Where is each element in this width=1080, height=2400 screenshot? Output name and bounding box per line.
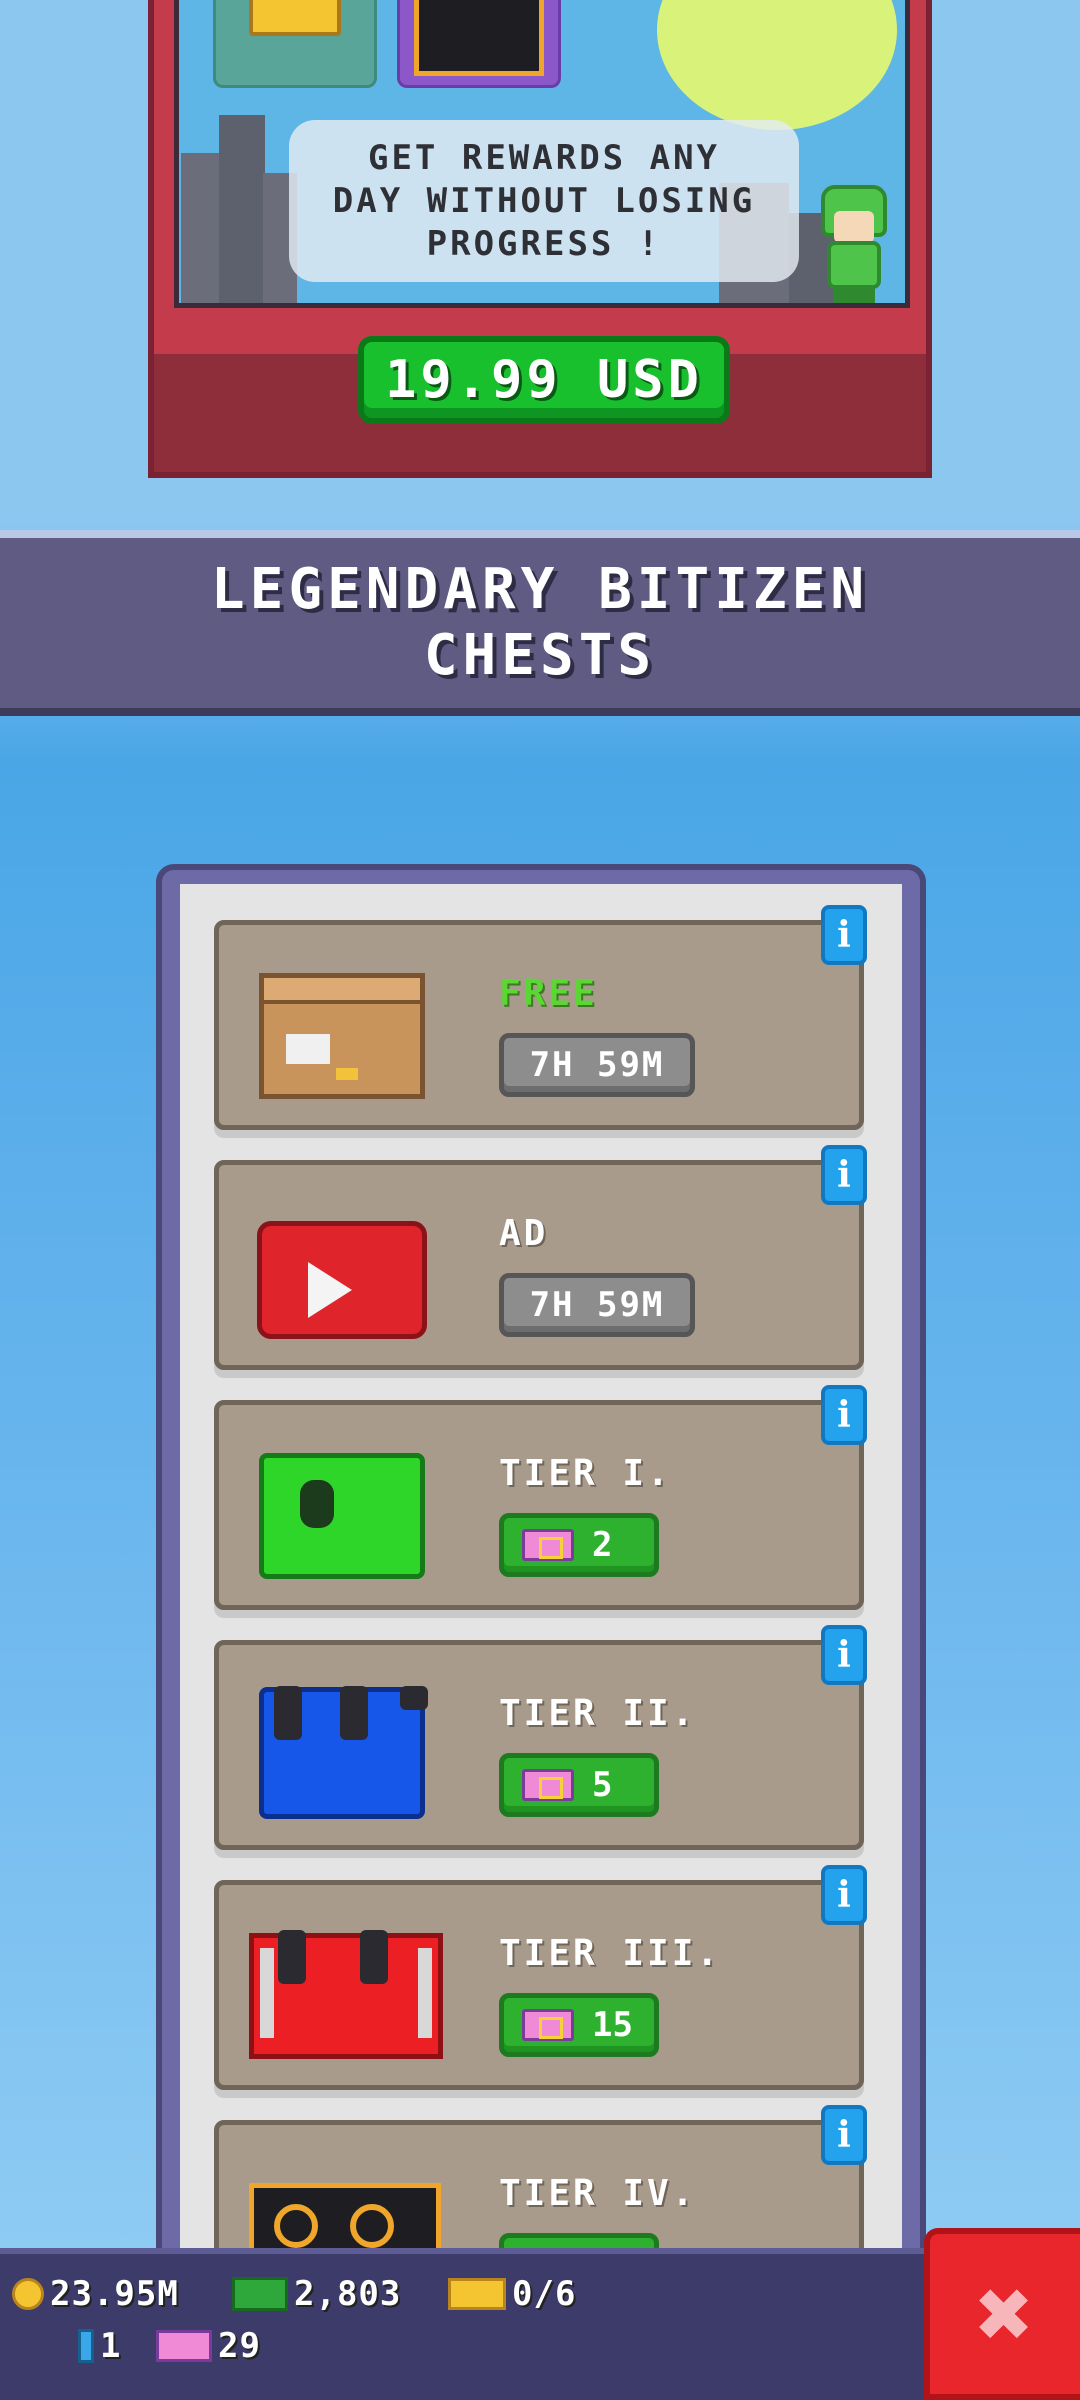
info-button[interactable]: i [821, 905, 867, 965]
chest-label: TIER II. [499, 1693, 697, 1734]
frog-bitizen-icon [817, 185, 891, 303]
red-chest-icon [249, 1923, 443, 2059]
chest-label: AD [499, 1213, 549, 1254]
elevator-pass-stat: 1 [78, 2326, 121, 2366]
gold-ticket-icon [448, 2278, 506, 2310]
rewards-pass-card: GET REWARDS ANY DAY WITHOUT LOSING PROGR… [148, 0, 932, 478]
ticket-icon [522, 1769, 574, 1801]
wooden-crate-icon [249, 963, 435, 1099]
coin-icon [12, 2278, 44, 2310]
chest-list[interactable]: FREE 7H 59M i AD 7H 59M i TIER I. 2 i TI… [180, 884, 902, 2258]
chest-row-tier-2[interactable]: TIER II. 5 i [214, 1625, 867, 1850]
city-building [181, 153, 221, 303]
chest-list-frame: FREE 7H 59M i AD 7H 59M i TIER I. 2 i TI… [156, 864, 926, 2264]
sun-decoration [657, 0, 897, 130]
section-title: LEGENDARY BITIZEN CHESTS [210, 557, 870, 688]
pass-message: GET REWARDS ANY DAY WITHOUT LOSING PROGR… [332, 137, 756, 264]
info-button[interactable]: i [821, 1625, 867, 1685]
info-button[interactable]: i [821, 2105, 867, 2165]
elevator-pass-icon [78, 2329, 94, 2363]
close-icon: ✖ [976, 2258, 1034, 2370]
green-chest-icon [249, 1443, 435, 1579]
city-building [219, 115, 265, 303]
chest-buy-button[interactable]: 5 [499, 1753, 659, 1817]
reward-chest-tile [397, 0, 561, 88]
chest-cost: 2 [592, 1525, 613, 1565]
resource-bar: 23.95M 2,803 0/6 1 29 [0, 2248, 924, 2400]
tickets-value: 29 [218, 2326, 261, 2366]
chest-timer: 7H 59M [499, 1033, 695, 1097]
info-button[interactable]: i [821, 1865, 867, 1925]
close-button[interactable]: ✖ [924, 2228, 1080, 2400]
gold-tickets-stat: 0/6 [448, 2274, 576, 2314]
chest-cost: 5 [592, 1765, 613, 1805]
chest-label: TIER I. [499, 1453, 672, 1494]
bux-icon [232, 2277, 288, 2311]
chest-row-tier-1[interactable]: TIER I. 2 i [214, 1385, 867, 1610]
chest-timer: 7H 59M [499, 1273, 695, 1337]
chest-icon [414, 0, 544, 76]
coins-value: 23.95M [50, 2274, 179, 2314]
gold-tickets-value: 0/6 [512, 2274, 577, 2314]
chest-label: TIER III. [499, 1933, 722, 1974]
ticket-icon [522, 2009, 574, 2041]
key-icon [249, 0, 341, 36]
info-button[interactable]: i [821, 1145, 867, 1205]
pass-scene: GET REWARDS ANY DAY WITHOUT LOSING PROGR… [174, 0, 910, 308]
ticket-icon [156, 2330, 212, 2362]
buy-pass-button[interactable]: 19.99 USD [358, 336, 730, 424]
black-gold-chest-icon [249, 2163, 441, 2258]
chest-label: TIER IV. [499, 2173, 697, 2214]
speech-bubble: GET REWARDS ANY DAY WITHOUT LOSING PROGR… [289, 120, 799, 282]
section-header: LEGENDARY BITIZEN CHESTS [0, 530, 1080, 716]
info-button[interactable]: i [821, 1385, 867, 1445]
chest-cost: 15 [592, 2005, 633, 2045]
chest-row-tier-3[interactable]: TIER III. 15 i [214, 1865, 867, 2090]
red-ad-chest-icon [249, 1203, 435, 1339]
chest-buy-button[interactable]: 2 [499, 1513, 659, 1577]
coins-stat: 23.95M [12, 2274, 179, 2314]
chest-row-free[interactable]: FREE 7H 59M i [214, 905, 867, 1130]
chest-buy-button[interactable]: 15 [499, 1993, 659, 2057]
blue-chest-icon [249, 1683, 435, 1819]
ticket-icon [522, 1529, 574, 1561]
reward-key-tile [213, 0, 377, 88]
chest-row-ad[interactable]: AD 7H 59M i [214, 1145, 867, 1370]
chest-label: FREE [499, 973, 598, 1014]
bux-value: 2,803 [294, 2274, 402, 2314]
elevator-pass-value: 1 [100, 2326, 122, 2366]
tickets-stat: 29 [156, 2326, 261, 2366]
bux-stat: 2,803 [232, 2274, 401, 2314]
chest-row-tier-4[interactable]: TIER IV. i [214, 2105, 867, 2258]
